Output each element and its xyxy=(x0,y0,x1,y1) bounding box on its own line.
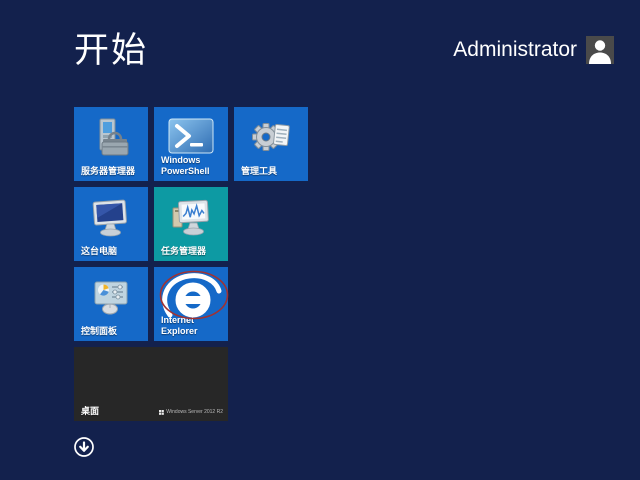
tile-control-panel[interactable]: 控制面板 xyxy=(74,267,148,341)
tile-label: 控制面板 xyxy=(81,326,142,337)
watermark-text: Windows Server 2012 R2 xyxy=(166,409,223,415)
tile-label: 管理工具 xyxy=(241,166,302,177)
start-screen: 开始 Administrator 服务器管理器 xyxy=(0,0,640,480)
page-title: 开始 xyxy=(74,22,148,73)
user-avatar-icon xyxy=(586,36,614,64)
tile-this-pc[interactable]: 这台电脑 xyxy=(74,187,148,261)
this-pc-icon xyxy=(74,195,148,241)
tile-label: Windows PowerShell xyxy=(161,155,222,177)
user-name: Administrator xyxy=(453,38,577,62)
admin-tools-icon xyxy=(234,115,308,163)
powershell-icon xyxy=(154,118,228,154)
tile-windows-powershell[interactable]: Windows PowerShell xyxy=(154,107,228,181)
tile-server-manager[interactable]: 服务器管理器 xyxy=(74,107,148,181)
all-apps-button[interactable] xyxy=(72,435,96,459)
desktop-watermark: Windows Server 2012 R2 xyxy=(159,409,223,415)
user-menu[interactable]: Administrator xyxy=(453,36,614,64)
tile-label: 任务管理器 xyxy=(161,246,222,257)
windows-flag-icon xyxy=(159,410,164,415)
tile-desktop[interactable]: 桌面 Windows Server 2012 R2 xyxy=(74,347,228,421)
down-arrow-icon xyxy=(72,435,96,459)
task-manager-icon xyxy=(154,195,228,241)
tile-label: 这台电脑 xyxy=(81,246,142,257)
tile-admin-tools[interactable]: 管理工具 xyxy=(234,107,308,181)
tile-label: Internet Explorer xyxy=(161,315,222,337)
tile-internet-explorer[interactable]: Internet Explorer xyxy=(154,267,228,341)
server-manager-icon xyxy=(74,115,148,163)
tile-label: 服务器管理器 xyxy=(81,166,142,177)
control-panel-icon xyxy=(74,275,148,321)
tile-task-manager[interactable]: 任务管理器 xyxy=(154,187,228,261)
